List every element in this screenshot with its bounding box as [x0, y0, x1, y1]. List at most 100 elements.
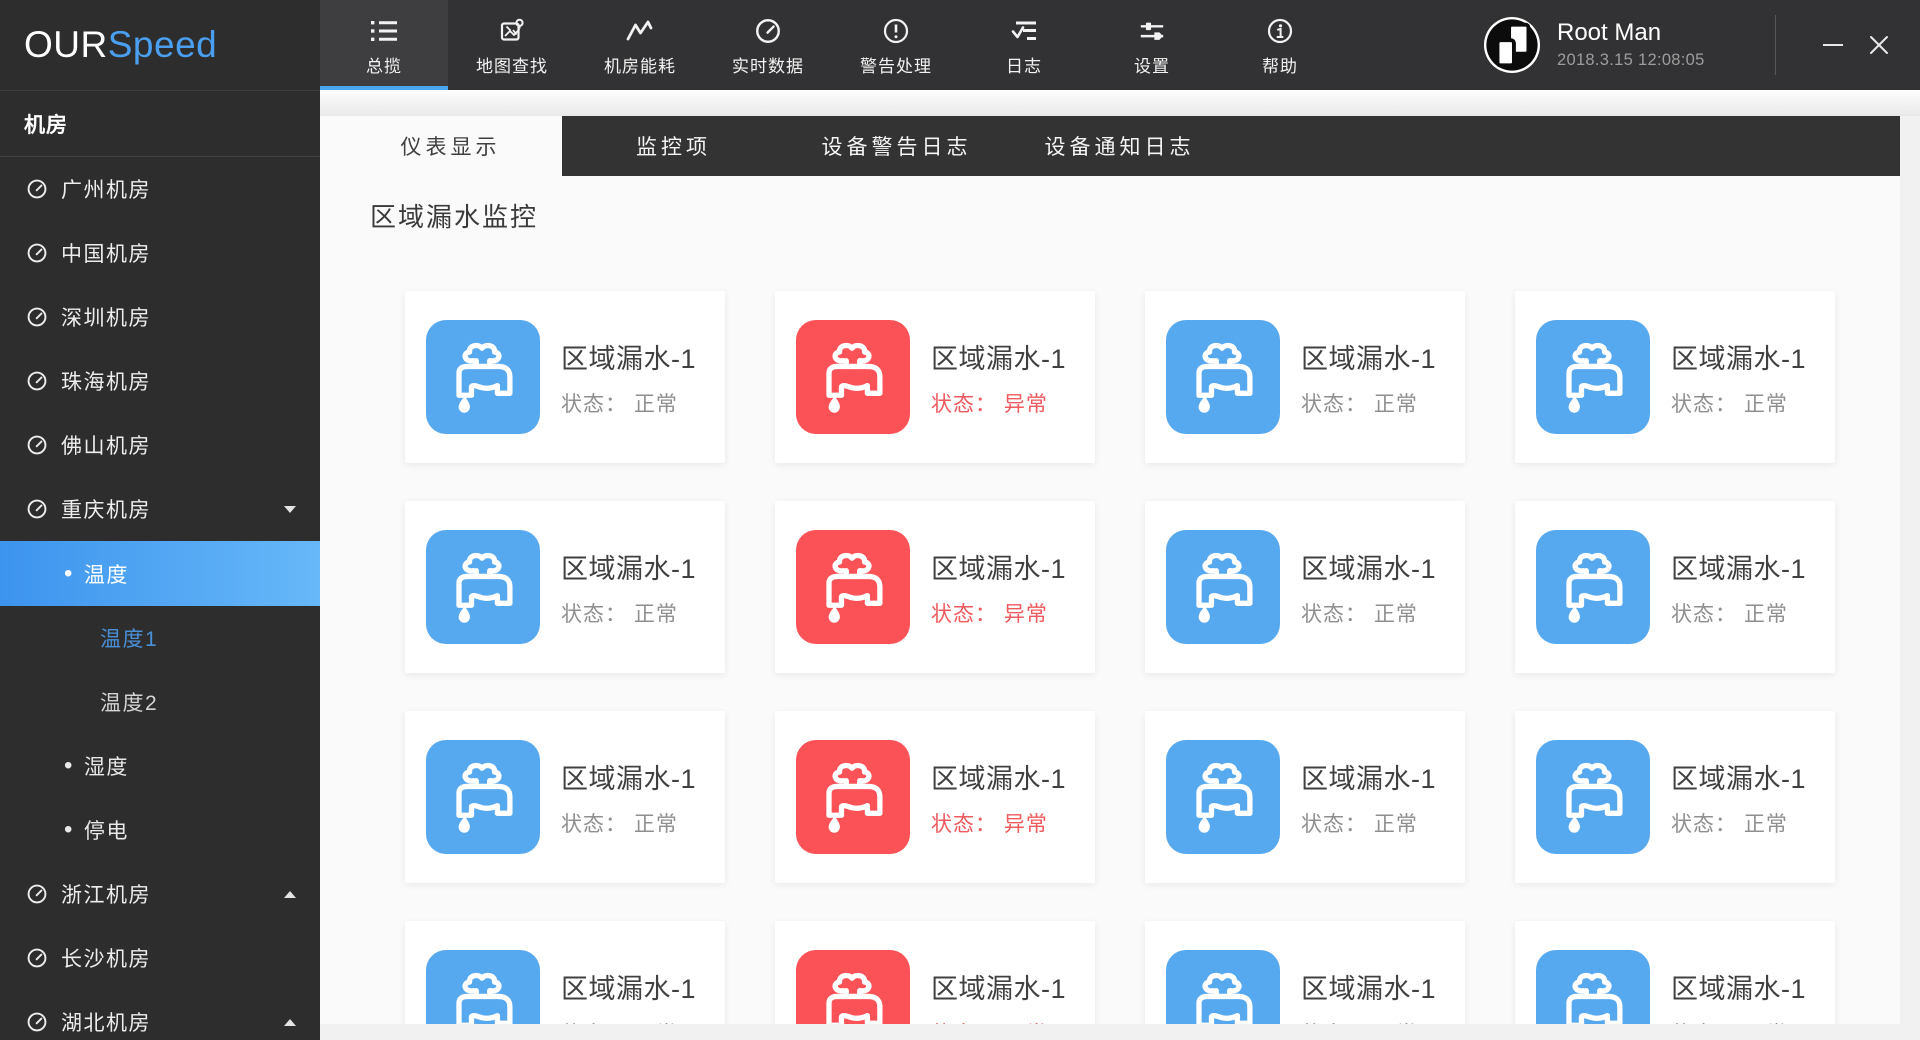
room-list: 广州机房 中国机房 深圳机房 珠海机房 佛山机房 重庆机房 • 温度温度1 温度2 • 湿… — [0, 157, 320, 1040]
sidebar-item-room[interactable]: 中国机房 — [0, 221, 320, 285]
sidebar-subitem[interactable]: • 停电 — [0, 798, 320, 862]
sidebar-item-room[interactable]: 浙江机房 — [0, 862, 320, 926]
energy-zigzag-icon — [626, 15, 654, 47]
gauge-icon — [754, 15, 782, 47]
sidebar-item-room[interactable]: 深圳机房 — [0, 285, 320, 349]
device-card[interactable]: 区域漏水-1 状态： 正常 — [1145, 501, 1465, 673]
subitem-label: 停电 — [83, 820, 129, 843]
sidebar-item-room[interactable]: 湖北机房 — [0, 990, 320, 1040]
gauge-icon — [27, 371, 47, 391]
card-text: 区域漏水-1 状态： 正常 — [1671, 547, 1806, 628]
bottom-scrollbar-track[interactable] — [320, 1024, 1920, 1040]
nav-item-alert-handling[interactable]: 警告处理 — [832, 0, 960, 90]
card-status: 状态： 异常 — [931, 812, 1048, 836]
device-card[interactable]: 区域漏水-1 状态： 异常 — [775, 501, 1095, 673]
device-card[interactable]: 区域漏水-1 状态： 正常 — [1145, 711, 1465, 883]
device-card[interactable]: 区域漏水-1 状态： 异常 — [775, 921, 1095, 1040]
divider — [1775, 15, 1776, 75]
close-button[interactable] — [1864, 30, 1894, 60]
section-title: 区域漏水监控 — [370, 202, 539, 232]
user-info: Root Man 2018.3.15 12:08:05 — [1557, 20, 1769, 70]
tab-device-notify-log[interactable]: 设备通知日志 — [1008, 116, 1231, 176]
avatar[interactable] — [1483, 16, 1541, 74]
log-list-icon — [1009, 15, 1039, 47]
tab-monitor-items[interactable]: 监控项 — [562, 116, 785, 176]
nav-item-logs[interactable]: 日志 — [960, 0, 1088, 90]
user-block: Root Man 2018.3.15 12:08:05 — [1483, 0, 1920, 90]
chevron-up-icon[interactable] — [284, 890, 296, 898]
sidebar: 机房 广州机房 中国机房 深圳机房 珠海机房 佛山机房 重庆机房 • 温度 温度1 温度… — [0, 90, 320, 1040]
room-label: 珠海机房 — [61, 371, 151, 394]
chevron-down-icon[interactable] — [284, 505, 296, 513]
sidebar-subitem[interactable]: 温度2 — [0, 670, 320, 734]
sidebar-item-room[interactable]: 长沙机房 — [0, 926, 320, 990]
gauge-icon — [27, 884, 47, 904]
nav-item-help[interactable]: 帮助 — [1216, 0, 1344, 90]
nav-label: 帮助 — [1262, 57, 1298, 76]
top-gap — [320, 90, 1920, 116]
faucet-icon — [796, 740, 910, 854]
room-label: 佛山机房 — [61, 435, 151, 458]
device-card[interactable]: 区域漏水-1 状态： 正常 — [405, 291, 725, 463]
nav-item-realtime-data[interactable]: 实时数据 — [704, 0, 832, 90]
device-card[interactable]: 区域漏水-1 状态： 正常 — [405, 711, 725, 883]
sidebar-item-room[interactable]: 重庆机房 — [0, 477, 320, 541]
nav-item-settings[interactable]: 设置 — [1088, 0, 1216, 90]
faucet-icon — [796, 320, 910, 434]
list-icon — [369, 15, 399, 47]
card-title: 区域漏水-1 — [561, 763, 697, 794]
gauge-icon — [27, 435, 47, 455]
card-text: 区域漏水-1 状态： 正常 — [1671, 337, 1806, 418]
sidebar-item-room[interactable]: 珠海机房 — [0, 349, 320, 413]
subitem-label: 温度1 — [100, 628, 159, 651]
sidebar-subitem[interactable]: • 湿度 — [0, 734, 320, 798]
room-label: 深圳机房 — [61, 307, 151, 330]
card-status: 状态： 正常 — [1301, 392, 1418, 416]
main-area: 仪表显示 监控项 设备警告日志 设备通知日志 区域漏水监控 区域漏水-1 状态：… — [320, 90, 1920, 1040]
card-title: 区域漏水-1 — [1671, 973, 1807, 1004]
sliders-icon — [1138, 15, 1166, 47]
device-card[interactable]: 区域漏水-1 状态： 异常 — [775, 291, 1095, 463]
card-title: 区域漏水-1 — [1301, 343, 1437, 374]
device-card[interactable]: 区域漏水-1 状态： 正常 — [405, 921, 725, 1040]
card-status: 状态： 正常 — [1301, 602, 1418, 626]
device-card[interactable]: 区域漏水-1 状态： 正常 — [405, 501, 725, 673]
sidebar-subitem[interactable]: • 温度 — [0, 541, 320, 606]
nav-label: 实时数据 — [732, 57, 804, 76]
sidebar-subitem[interactable]: 温度1 — [0, 606, 320, 670]
card-status: 状态： 异常 — [931, 392, 1048, 416]
device-card[interactable]: 区域漏水-1 状态： 正常 — [1515, 711, 1835, 883]
card-status: 状态： 正常 — [561, 812, 678, 836]
card-status: 状态： 正常 — [1671, 392, 1788, 416]
tab-device-warning-log[interactable]: 设备警告日志 — [785, 116, 1008, 176]
device-card[interactable]: 区域漏水-1 状态： 正常 — [1145, 291, 1465, 463]
device-card[interactable]: 区域漏水-1 状态： 正常 — [1515, 291, 1835, 463]
alert-circle-icon — [882, 15, 910, 47]
subitem-label: 湿度 — [83, 756, 129, 779]
card-title: 区域漏水-1 — [561, 553, 697, 584]
nav-item-map-search[interactable]: 地图查找 — [448, 0, 576, 90]
card-status: 状态： 正常 — [561, 602, 678, 626]
sidebar-item-room[interactable]: 广州机房 — [0, 157, 320, 221]
faucet-icon — [426, 320, 540, 434]
content-panel: 仪表显示 监控项 设备警告日志 设备通知日志 区域漏水监控 区域漏水-1 状态：… — [320, 116, 1900, 1040]
device-card[interactable]: 区域漏水-1 状态： 正常 — [1515, 921, 1835, 1040]
chevron-up-icon[interactable] — [284, 1018, 296, 1026]
app-logo: OUR Speed — [0, 0, 320, 90]
logo-text-our: OUR — [24, 24, 108, 65]
card-title: 区域漏水-1 — [931, 763, 1067, 794]
sidebar-item-room[interactable]: 佛山机房 — [0, 413, 320, 477]
nav-item-overview[interactable]: 总揽 — [320, 0, 448, 90]
nav-label: 机房能耗 — [604, 57, 676, 76]
minimize-button[interactable] — [1818, 30, 1848, 60]
tab-dashboard-display[interactable]: 仪表显示 — [339, 116, 562, 176]
logo-text-speed: Speed — [107, 24, 218, 65]
device-card[interactable]: 区域漏水-1 状态： 正常 — [1145, 921, 1465, 1040]
card-text: 区域漏水-1 状态： 正常 — [1671, 757, 1806, 838]
faucet-icon — [1536, 740, 1650, 854]
nav-item-energy[interactable]: 机房能耗 — [576, 0, 704, 90]
room-label: 浙江机房 — [61, 884, 151, 907]
device-card[interactable]: 区域漏水-1 状态： 正常 — [1515, 501, 1835, 673]
device-card[interactable]: 区域漏水-1 状态： 异常 — [775, 711, 1095, 883]
card-grid: 区域漏水-1 状态： 正常 区域漏水-1 状态： 异常 区域漏水-1 状态： 正… — [405, 291, 1900, 1040]
